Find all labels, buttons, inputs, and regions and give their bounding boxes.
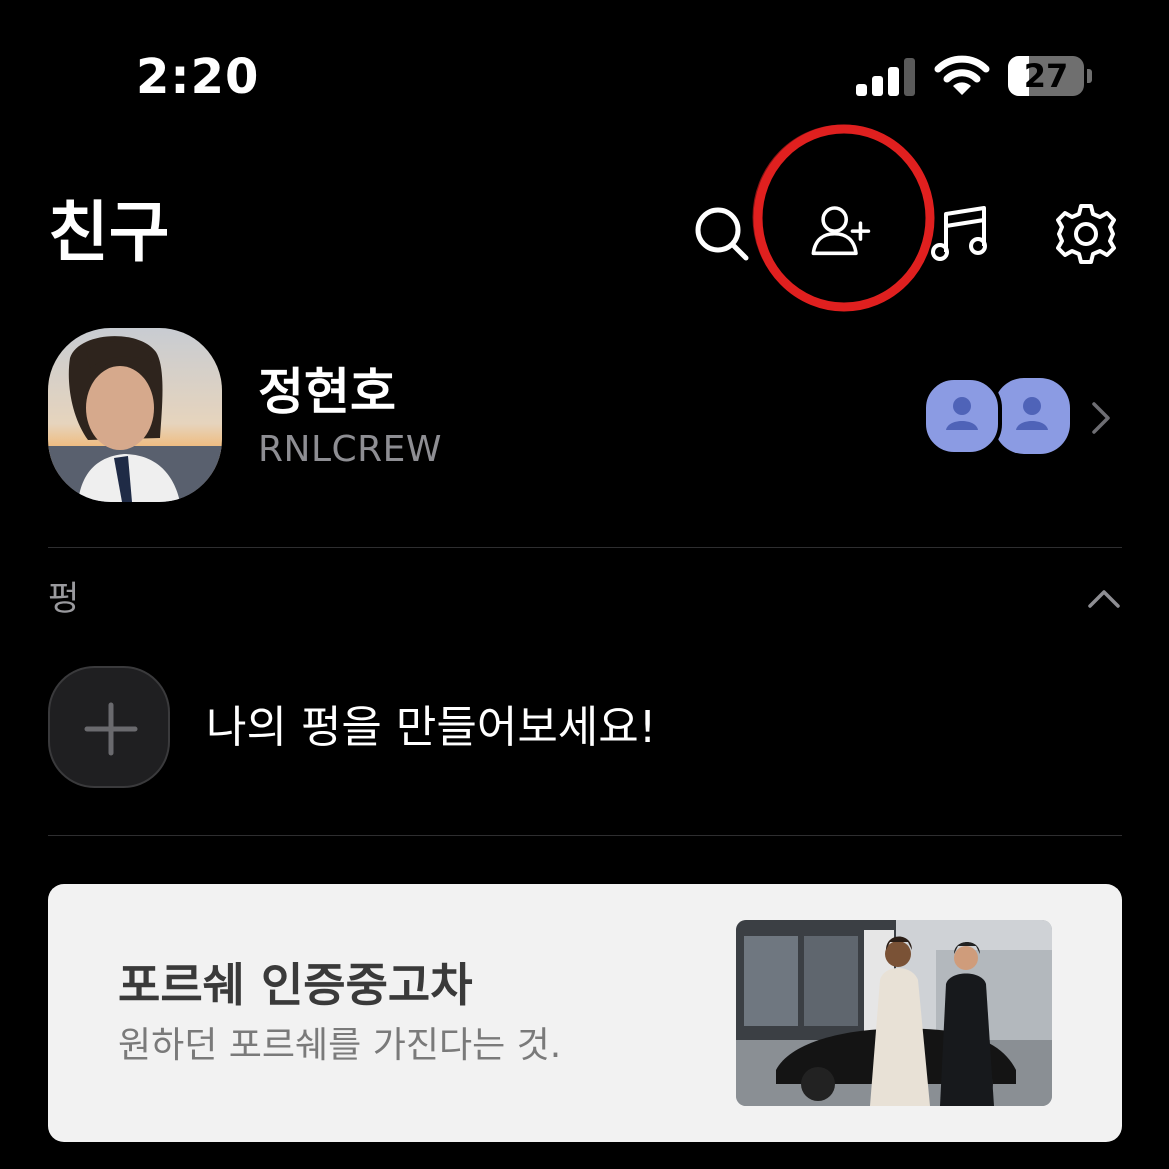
avatar[interactable] [48, 328, 222, 502]
chevron-right-icon[interactable] [1088, 398, 1114, 438]
add-friend-icon[interactable] [808, 200, 872, 264]
wifi-icon [934, 55, 990, 95]
chevron-up-icon[interactable] [1084, 586, 1124, 612]
cellular-signal-icon [856, 58, 915, 96]
add-pung-button[interactable] [48, 666, 170, 788]
battery-icon: 27 [1008, 56, 1092, 98]
music-icon[interactable] [930, 202, 994, 266]
create-pung-prompt[interactable]: 나의 펑을 만들어보세요! [206, 700, 656, 756]
page-title: 친구 [48, 194, 170, 271]
profile-name[interactable]: 정현호 [258, 362, 396, 422]
plus-icon [84, 702, 138, 756]
settings-icon[interactable] [1054, 202, 1118, 266]
ad-subtitle: 원하던 포르쉐를 가진다는 것. [118, 1025, 562, 1066]
section-label-pung: 펑 [48, 579, 80, 619]
ad-title: 포르쉐 인증중고차 [118, 958, 473, 1012]
profile-status-message: RNLCREW [258, 429, 442, 470]
divider [48, 547, 1122, 548]
divider [48, 835, 1122, 836]
ad-image [736, 920, 1052, 1106]
search-icon[interactable] [690, 202, 754, 266]
multi-profile-icon[interactable] [922, 376, 1072, 456]
status-time: 2:20 [136, 49, 260, 105]
battery-level: 27 [1023, 57, 1069, 95]
